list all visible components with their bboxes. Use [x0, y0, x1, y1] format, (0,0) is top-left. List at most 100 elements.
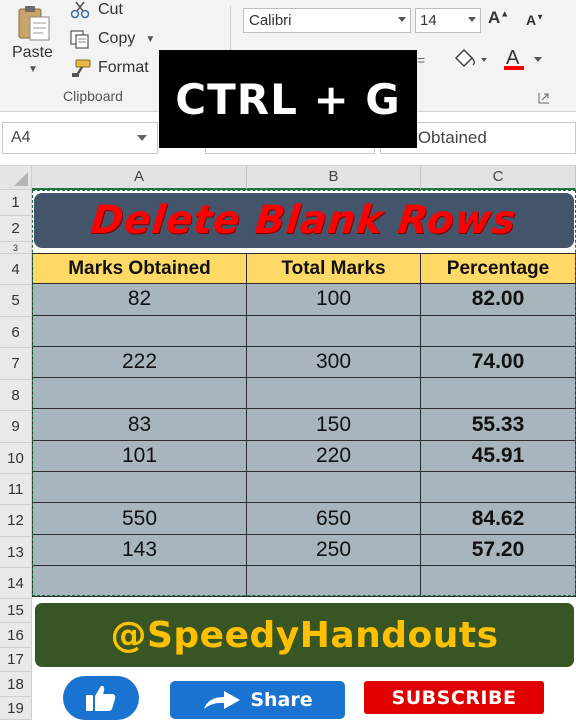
table-cell[interactable]: 650: [247, 503, 421, 535]
font-color-glyph: A: [506, 47, 520, 69]
copy-button[interactable]: Copy ▼: [68, 27, 155, 51]
header-cell[interactable]: Marks Obtained: [32, 253, 247, 285]
table-cell[interactable]: 82.00: [421, 284, 576, 316]
table-cell[interactable]: 55.33: [421, 409, 576, 441]
column-header-b[interactable]: B: [247, 166, 421, 190]
table-row: [32, 565, 576, 598]
row-header[interactable]: 15: [0, 599, 32, 623]
row-header[interactable]: 14: [0, 568, 32, 599]
font-color-icon[interactable]: A: [500, 44, 550, 74]
table-cell[interactable]: [247, 565, 421, 598]
subscribe-button[interactable]: SUBSCRIBE: [364, 681, 544, 714]
paste-button[interactable]: Paste ▼: [4, 0, 60, 82]
font-size-value: 14: [420, 12, 437, 29]
table-cell[interactable]: [421, 315, 576, 347]
chevron-down-icon[interactable]: [468, 17, 476, 22]
fill-color-icon[interactable]: [450, 48, 490, 74]
row-header[interactable]: 3: [0, 242, 32, 254]
keyboard-shortcut-overlay: CTRL + G: [159, 50, 417, 148]
column-header-a[interactable]: A: [32, 166, 247, 190]
table-row: 83 150 55.33: [32, 409, 576, 441]
data-table: Marks Obtained Total Marks Percentage 82…: [32, 253, 576, 598]
row-header[interactable]: 1: [0, 190, 32, 216]
table-cell[interactable]: [421, 378, 576, 410]
table-cell[interactable]: [32, 472, 247, 504]
sheet-title: Delete Blank Rows: [89, 198, 519, 243]
scissors-icon: [70, 1, 90, 19]
row-header[interactable]: 9: [0, 411, 32, 443]
row-header[interactable]: 17: [0, 648, 32, 672]
table-cell[interactable]: 74.00: [421, 346, 576, 379]
table-cell[interactable]: 300: [247, 346, 421, 379]
share-label: Share: [250, 689, 313, 711]
table-cell[interactable]: 250: [247, 534, 421, 566]
column-header-c[interactable]: C: [421, 166, 576, 190]
grow-font-glyph: A: [488, 8, 501, 27]
select-all-icon: [14, 172, 28, 186]
chevron-down-icon[interactable]: ▼: [28, 64, 38, 75]
row-header[interactable]: 16: [0, 623, 32, 648]
row-header[interactable]: 11: [0, 474, 32, 505]
table-cell[interactable]: 101: [32, 440, 247, 473]
thumbs-up-icon: [86, 685, 116, 711]
format-painter-button[interactable]: Format: [68, 56, 149, 80]
table-cell[interactable]: 220: [247, 440, 421, 473]
clipboard-group-label: Clipboard: [63, 88, 123, 104]
format-label: Format: [98, 59, 149, 76]
copy-label: Copy: [98, 30, 136, 47]
table-row: 101 220 45.91: [32, 440, 576, 473]
row-header[interactable]: 8: [0, 380, 32, 411]
table-cell[interactable]: 150: [247, 409, 421, 441]
table-cell[interactable]: 57.20: [421, 534, 576, 566]
decrease-font-size-icon[interactable]: A▼: [526, 12, 544, 28]
dialog-launcher-icon[interactable]: [538, 92, 550, 104]
table-cell[interactable]: [247, 378, 421, 410]
font-size-select[interactable]: 14: [415, 8, 481, 33]
header-cell[interactable]: Total Marks: [247, 253, 421, 285]
row-header[interactable]: 10: [0, 443, 32, 474]
row-header[interactable]: 6: [0, 317, 32, 348]
ribbon-partial-text: =: [417, 52, 426, 68]
table-cell[interactable]: 100: [247, 284, 421, 316]
row-header[interactable]: 12: [0, 505, 32, 537]
table-row: [32, 315, 576, 347]
table-cell[interactable]: 82: [32, 284, 247, 316]
table-cell[interactable]: 222: [32, 346, 247, 379]
row-header[interactable]: 5: [0, 285, 32, 317]
chevron-down-icon[interactable]: [137, 135, 147, 141]
row-header[interactable]: 13: [0, 537, 32, 568]
like-button[interactable]: [63, 676, 139, 720]
row-header[interactable]: 2: [0, 216, 32, 242]
table-cell[interactable]: [32, 315, 247, 347]
table-cell[interactable]: 550: [32, 503, 247, 535]
paste-label: Paste: [12, 44, 53, 61]
table-cell[interactable]: 45.91: [421, 440, 576, 473]
table-cell[interactable]: [421, 565, 576, 598]
cut-button[interactable]: Cut: [68, 0, 123, 22]
header-cell[interactable]: Percentage: [421, 253, 576, 285]
format-painter-icon: [72, 59, 91, 77]
table-cell[interactable]: 143: [32, 534, 247, 566]
font-name-select[interactable]: Calibri: [243, 8, 411, 33]
table-row: 550 650 84.62: [32, 503, 576, 535]
select-all-corner[interactable]: [0, 166, 32, 190]
name-box[interactable]: A4: [2, 122, 158, 154]
chevron-down-icon[interactable]: ▼: [145, 34, 155, 45]
brand-banner: @SpeedyHandouts: [35, 603, 574, 667]
row-header[interactable]: 4: [0, 254, 32, 285]
increase-font-size-icon[interactable]: A▲: [488, 8, 509, 28]
row-header[interactable]: 18: [0, 672, 32, 697]
table-cell[interactable]: 84.62: [421, 503, 576, 535]
table-cell[interactable]: [247, 472, 421, 504]
share-button[interactable]: Share: [170, 681, 345, 719]
table-cell[interactable]: [247, 315, 421, 347]
row-header[interactable]: 7: [0, 348, 32, 380]
table-cell[interactable]: 83: [32, 409, 247, 441]
chevron-down-icon[interactable]: [398, 17, 406, 22]
row-header[interactable]: 19: [0, 697, 32, 720]
table-cell[interactable]: [421, 472, 576, 504]
table-cell[interactable]: [32, 565, 247, 598]
brand-handle: @SpeedyHandouts: [110, 614, 499, 656]
shrink-font-glyph: A: [526, 12, 537, 28]
table-cell[interactable]: [32, 378, 247, 410]
